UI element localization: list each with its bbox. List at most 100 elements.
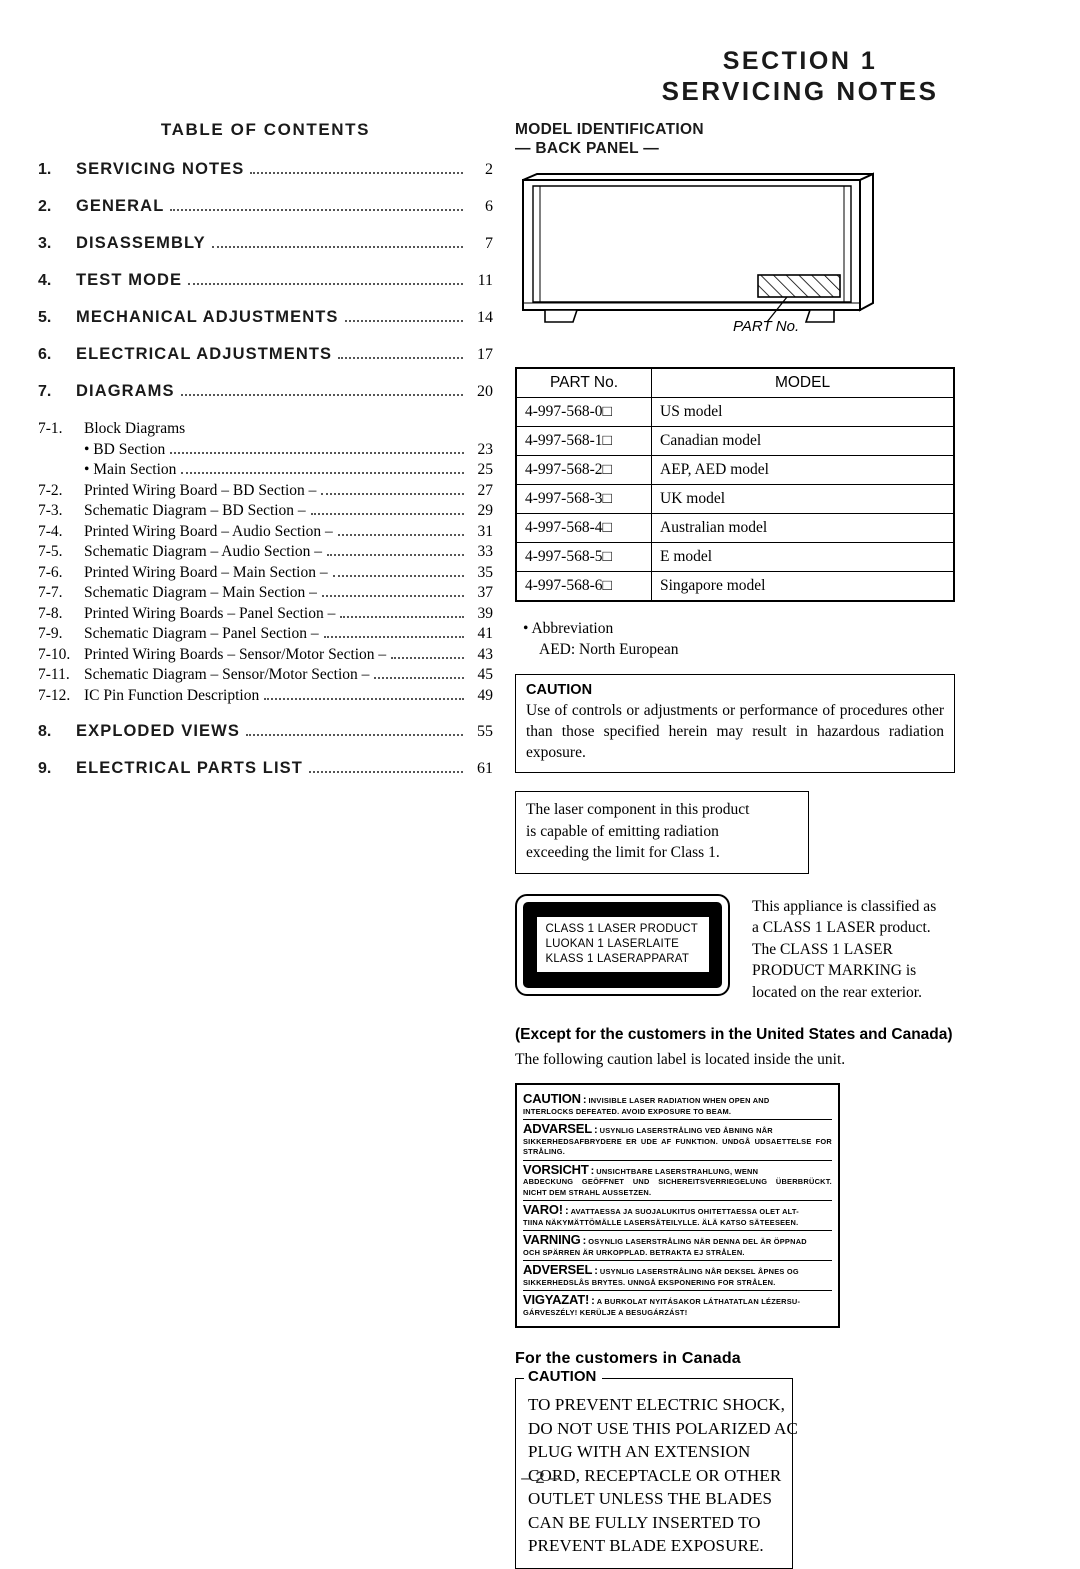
warning-rest-text: ABDECKUNG GEÖFFNET UND SICHEREITSVERRIEG… — [523, 1177, 832, 1197]
toc-sub-entry[interactable]: 7-2. Printed Wiring Board – BD Section – 2… — [38, 481, 493, 502]
toc-sub-number: 7-9. — [38, 625, 63, 642]
warning-first-line: USYNLIG LASERSTRÅLING VED ÅBNING NÅR — [599, 1126, 773, 1135]
toc-sub-entry[interactable]: 7-4. Printed Wiring Board – Audio Section… — [38, 522, 493, 543]
warning-first-line: USYNLIG LASERSTRÅLING NÅR DEKSEL ÅPNES O… — [599, 1267, 799, 1276]
toc-sub-entry[interactable]: 7-12. IC Pin Function Description 49 — [38, 686, 493, 707]
toc-sub-label: Printed Wiring Boards – Panel Section – — [84, 604, 336, 622]
toc-sub-entry[interactable]: 7-7. Schematic Diagram – Main Section – 37 — [38, 583, 493, 604]
toc-sub-entry[interactable]: 7-5. Schematic Diagram – Audio Section – 3… — [38, 542, 493, 563]
class1-label-black-field: CLASS 1 LASER PRODUCT LUOKAN 1 LASERLAIT… — [523, 901, 722, 988]
warning-keyword: VARNING — [523, 1232, 581, 1247]
toc-sub-page: 31 — [477, 522, 494, 540]
toc-main-entry[interactable]: 3. DISASSEMBLY 7 — [38, 234, 493, 253]
manual-page: SECTION 1 SERVICING NOTES TABLE OF CONTE… — [0, 0, 1080, 1569]
toc-sub-entry[interactable]: 7-8. Printed Wiring Boards – Panel Sectio… — [38, 604, 493, 625]
cell-part-no: 4-997-568-1□ — [515, 426, 652, 456]
toc-dot-leader — [374, 677, 464, 679]
toc-main-entry[interactable]: 9. ELECTRICAL PARTS LIST 61 — [38, 759, 493, 778]
toc-sub-entry[interactable]: 7-6. Printed Wiring Board – Main Section … — [38, 563, 493, 584]
toc-entry-number: 4. — [38, 272, 52, 289]
canada-caution-legend: CAUTION — [524, 1368, 603, 1385]
toc-sub-label: Schematic Diagram – Sensor/Motor Section… — [84, 666, 370, 683]
following-label-note: The following caution label is located i… — [515, 1051, 846, 1068]
table-row: 4-997-568-4□ Australian model — [515, 513, 955, 543]
laser-box-body: The laser component in this product is c… — [526, 799, 798, 864]
toc-dot-leader — [337, 533, 464, 536]
canada-caution-line: PLUG WITH AN EXTENSION — [528, 1442, 751, 1461]
toc-main-entry[interactable]: 5. MECHANICAL ADJUSTMENTS 14 — [38, 308, 493, 327]
toc-sub-entry[interactable]: 7-11. Schematic Diagram – Sensor/Motor Se… — [38, 665, 493, 686]
toc-dot-leader — [170, 451, 464, 454]
toc-main-entry[interactable]: 1. SERVICING NOTES 2 — [38, 160, 493, 179]
toc-sub-entry[interactable]: • Main Section 25 — [38, 460, 493, 481]
laser-line-3: exceeding the limit for Class 1. — [526, 844, 720, 861]
warning-colon: : — [564, 1205, 569, 1217]
toc-dot-leader — [391, 656, 464, 659]
toc-entry-label: DISASSEMBLY — [76, 234, 206, 252]
toc-dot-leader — [340, 615, 464, 618]
section-number-line: SECTION 1 — [722, 47, 878, 75]
toc-main-entry[interactable]: 6. ELECTRICAL ADJUSTMENTS 17 — [38, 345, 493, 364]
toc-sub-entry[interactable]: 7-1. Block Diagrams — [38, 419, 493, 440]
warning-colon: : — [593, 1124, 598, 1136]
model-id-heading-line1: MODEL IDENTIFICATION — [515, 121, 704, 138]
toc-entry-label: ELECTRICAL ADJUSTMENTS — [76, 345, 333, 363]
table-row: 4-997-568-1□ Canadian model — [515, 426, 955, 456]
toc-entry-page: 20 — [477, 383, 493, 400]
toc-main-entry[interactable]: 4. TEST MODE 11 — [38, 271, 493, 290]
warning-language-block: VORSICHT: UNSICHTBARE LASERSTRAHLUNG, WEN… — [523, 1161, 832, 1201]
canada-caution-line: DO NOT USE THIS POLARIZED AC — [528, 1418, 798, 1438]
toc-sub-number: 7-2. — [38, 481, 63, 499]
toc-main-entry[interactable]: 2. GENERAL 6 — [38, 197, 493, 216]
warning-rest-text: GÁRVESZÉLY! KERÜLJE A BESUGÁRZÁST! — [523, 1307, 688, 1317]
class1-laser-row: CLASS 1 LASER PRODUCT LUOKAN 1 LASERLAIT… — [515, 893, 985, 1004]
warning-first-line: A BURKOLAT NYITÁSAKOR LÁTHATATLAN LÉZERS… — [596, 1297, 801, 1306]
page-footer: – 2 – — [521, 1468, 559, 1487]
toc-sub-number: 7-4. — [38, 522, 63, 540]
toc-dot-leader — [181, 472, 464, 474]
toc-sub-entry[interactable]: 7-9. Schematic Diagram – Panel Section – 4… — [38, 624, 493, 645]
toc-sub-entry[interactable]: 7-10. Printed Wiring Boards – Sensor/Moto… — [38, 645, 493, 666]
warning-first-line: AVATTAESSA JA SUOJALUKITUS OHITETTAESSA … — [570, 1207, 799, 1216]
toc-entry-label: MECHANICAL ADJUSTMENTS — [76, 308, 339, 326]
toc-sub-page: 27 — [477, 481, 494, 499]
toc-sub-label: Printed Wiring Board – BD Section – — [84, 481, 317, 499]
header-model: MODEL — [651, 367, 955, 398]
toc-entry-number: 6. — [38, 346, 52, 363]
toc-sub-entry[interactable]: • BD Section 23 — [38, 440, 493, 461]
toc-dot-leader — [170, 209, 463, 211]
toc-sub-page: 23 — [477, 440, 494, 458]
table-row: 4-997-568-2□ AEP, AED model — [515, 455, 955, 485]
multilingual-laser-warning-label: CAUTION: INVISIBLE LASER RADIATION WHEN O… — [515, 1083, 840, 1328]
toc-dot-leader — [250, 172, 463, 174]
class1-text-line-2: a CLASS 1 LASER product. — [752, 919, 931, 936]
class1-description-text: This appliance is classified as a CLASS … — [752, 894, 936, 1004]
toc-dot-leader — [321, 492, 464, 495]
model-id-heading-line2: — BACK PANEL — — [515, 140, 659, 157]
cell-part-no: 4-997-568-5□ — [515, 542, 652, 572]
toc-sub-entry[interactable]: 7-3. Schematic Diagram – BD Section – 29 — [38, 501, 493, 522]
toc-sub-page: 39 — [477, 604, 494, 622]
class1-label-line-3: KLASS 1 LASERAPPARAT — [545, 953, 690, 965]
toc-dot-leader — [323, 636, 464, 638]
toc-sub-label: Printed Wiring Boards – Sensor/Motor Sec… — [84, 645, 387, 663]
table-row: 4-997-568-6□ Singapore model — [515, 571, 955, 602]
toc-sub-number: 7-8. — [38, 604, 63, 622]
toc-sub-label: • Main Section — [84, 461, 177, 478]
toc-entry-number: 3. — [38, 235, 52, 252]
laser-component-box: The laser component in this product is c… — [515, 791, 809, 874]
toc-dot-leader — [321, 595, 464, 597]
toc-dot-leader — [327, 554, 464, 556]
cell-model: Canadian model — [651, 426, 955, 456]
toc-entry-page: 2 — [485, 161, 493, 178]
toc-dot-leader — [211, 246, 463, 248]
toc-main-entry[interactable]: 7. DIAGRAMS 20 — [38, 382, 493, 401]
toc-sub-label: Schematic Diagram – BD Section – — [84, 502, 306, 519]
toc-main-entry[interactable]: 8. EXPLODED VIEWS 55 — [38, 722, 493, 741]
toc-entry-number: 2. — [38, 198, 52, 215]
warning-language-block: ADVERSEL: USYNLIG LASERSTRÅLING NÅR DEKSE… — [523, 1261, 832, 1291]
part-no-caption: PART No. — [733, 318, 800, 335]
back-panel-illustration: PART No. — [515, 170, 955, 345]
table-header-row: PART No. MODEL — [515, 367, 955, 398]
table-row: 4-997-568-5□ E model — [515, 542, 955, 572]
